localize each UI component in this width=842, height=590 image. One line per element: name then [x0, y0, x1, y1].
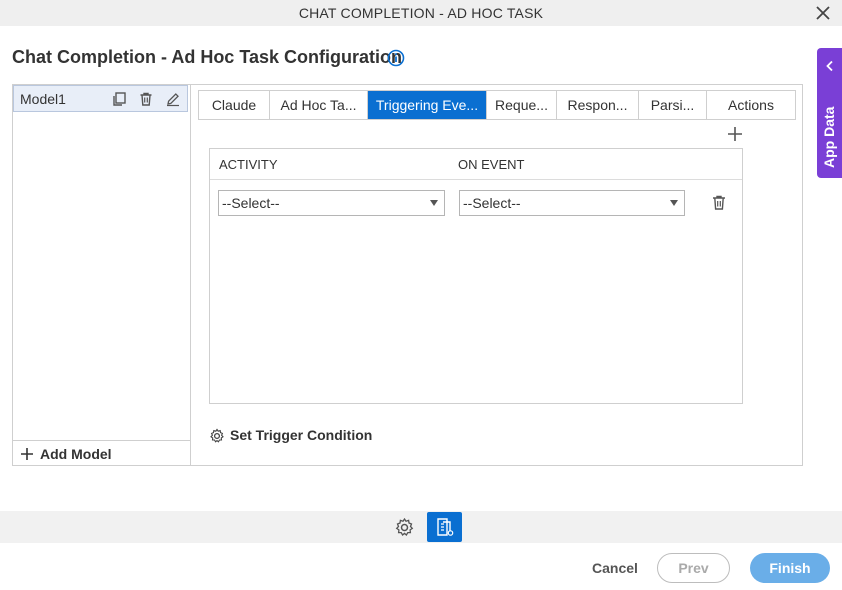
add-row-icon[interactable] — [727, 126, 743, 142]
activity-select[interactable]: --Select-- — [218, 190, 445, 216]
settings-gear-icon[interactable] — [394, 517, 415, 538]
model-label: Model1 — [20, 91, 66, 107]
trash-icon[interactable] — [138, 91, 154, 107]
add-model-label: Add Model — [40, 446, 112, 462]
activity-select-value: --Select-- — [222, 195, 280, 211]
caret-down-icon — [430, 200, 438, 206]
chevron-left-icon — [826, 60, 833, 72]
tab-request[interactable]: Reque... — [487, 91, 557, 119]
edit-icon[interactable] — [165, 91, 181, 107]
close-icon[interactable] — [814, 4, 832, 22]
window-title: CHAT COMPLETION - AD HOC TASK — [298, 5, 544, 21]
tab-ad-hoc-task[interactable]: Ad Hoc Ta... — [270, 91, 368, 119]
finish-button[interactable]: Finish — [750, 553, 830, 583]
app-data-mapping-button[interactable] — [427, 512, 462, 542]
caret-down-icon — [670, 200, 678, 206]
set-trigger-condition-label: Set Trigger Condition — [230, 427, 373, 443]
trigger-events-grid: ACTIVITY ON EVENT --Select-- --Select-- — [209, 148, 743, 404]
models-panel: Model1 Add Model — [12, 84, 191, 466]
tab-actions[interactable]: Actions — [707, 91, 795, 119]
tab-claude[interactable]: Claude — [199, 91, 270, 119]
column-header-on-event: ON EVENT — [458, 157, 525, 172]
page-title: Chat Completion - Ad Hoc Task Configurat… — [12, 47, 402, 67]
copy-icon[interactable] — [111, 91, 127, 107]
tab-parsing[interactable]: Parsi... — [639, 91, 707, 119]
on-event-select-value: --Select-- — [463, 195, 521, 211]
tab-bar: Claude Ad Hoc Ta... Triggering Eve... Re… — [198, 90, 796, 120]
model-item[interactable]: Model1 — [13, 85, 188, 112]
tab-triggering-events[interactable]: Triggering Eve... — [368, 91, 487, 119]
column-header-activity: ACTIVITY — [219, 157, 278, 172]
tab-response[interactable]: Respon... — [557, 91, 639, 119]
app-data-panel-toggle[interactable]: App Data — [817, 48, 842, 178]
cancel-button[interactable]: Cancel — [582, 558, 648, 578]
add-model-button[interactable]: Add Model — [12, 440, 190, 466]
prev-button[interactable]: Prev — [657, 553, 730, 583]
info-icon[interactable] — [387, 49, 405, 67]
document-mapping-icon — [437, 518, 454, 536]
grid-header: ACTIVITY ON EVENT — [210, 149, 742, 180]
bottom-toolbar — [0, 511, 842, 543]
plus-icon — [21, 448, 33, 460]
on-event-select[interactable]: --Select-- — [459, 190, 685, 216]
window-titlebar: CHAT COMPLETION - AD HOC TASK — [0, 0, 842, 26]
app-data-label: App Data — [821, 106, 837, 168]
gear-icon — [210, 428, 224, 443]
delete-row-icon[interactable] — [711, 194, 727, 211]
